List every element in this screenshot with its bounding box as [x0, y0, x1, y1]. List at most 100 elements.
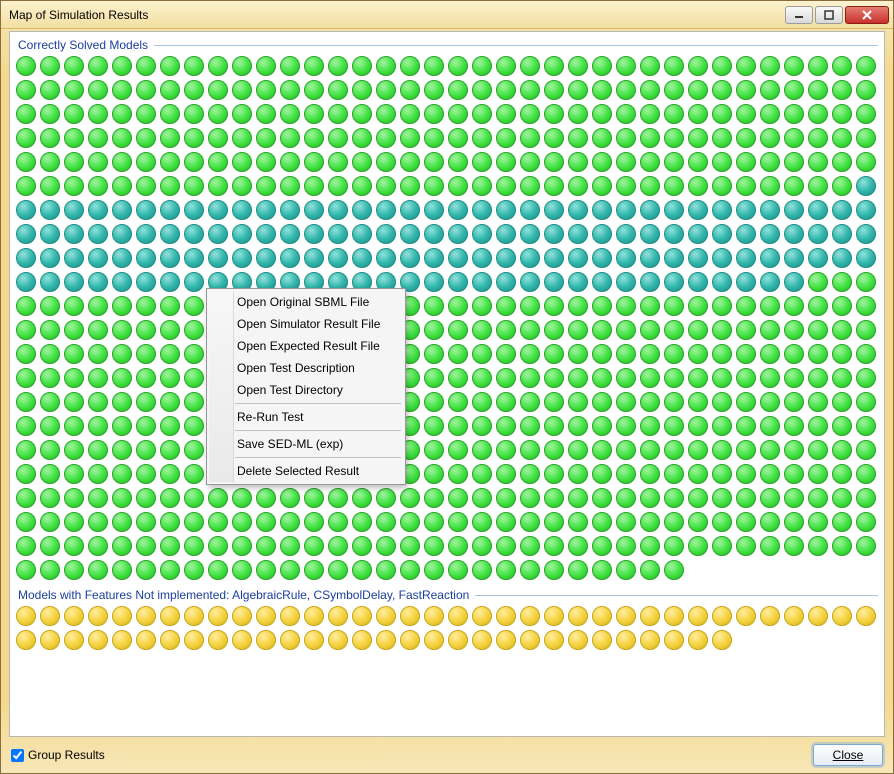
result-dot-pass[interactable]	[232, 104, 252, 124]
result-dot-pass[interactable]	[592, 512, 612, 532]
result-dot-pass[interactable]	[424, 392, 444, 412]
result-dot-pass[interactable]	[616, 152, 636, 172]
result-dot-pass[interactable]	[856, 296, 876, 316]
result-dot-pass[interactable]	[736, 536, 756, 556]
result-dot-teal[interactable]	[592, 272, 612, 292]
result-dot-pass[interactable]	[40, 80, 60, 100]
result-dot-pass[interactable]	[688, 152, 708, 172]
result-dot-pass[interactable]	[832, 152, 852, 172]
group-results-checkbox[interactable]	[11, 749, 24, 762]
result-dot-pass[interactable]	[304, 488, 324, 508]
result-dot-pass[interactable]	[640, 392, 660, 412]
result-dot-pass[interactable]	[808, 440, 828, 460]
result-dot-pass[interactable]	[472, 176, 492, 196]
result-dot-pass[interactable]	[832, 176, 852, 196]
result-dot-teal[interactable]	[568, 224, 588, 244]
result-dot-pass[interactable]	[832, 56, 852, 76]
result-dot-pass[interactable]	[712, 512, 732, 532]
result-dot-pass[interactable]	[40, 56, 60, 76]
result-dot-pass[interactable]	[640, 128, 660, 148]
result-dot-pass[interactable]	[112, 296, 132, 316]
result-dot-notimpl[interactable]	[16, 630, 36, 650]
result-dot-pass[interactable]	[616, 416, 636, 436]
result-dot-pass[interactable]	[424, 128, 444, 148]
result-dot-pass[interactable]	[616, 512, 636, 532]
result-dot-pass[interactable]	[760, 440, 780, 460]
result-dot-notimpl[interactable]	[448, 630, 468, 650]
result-dot-notimpl[interactable]	[712, 630, 732, 650]
result-dot-pass[interactable]	[520, 464, 540, 484]
menu-open-test-directory[interactable]: Open Test Directory	[209, 379, 403, 401]
result-dot-pass[interactable]	[64, 416, 84, 436]
result-dot-teal[interactable]	[472, 272, 492, 292]
result-dot-notimpl[interactable]	[16, 606, 36, 626]
result-dot-pass[interactable]	[832, 104, 852, 124]
result-dot-pass[interactable]	[496, 368, 516, 388]
result-dot-pass[interactable]	[448, 128, 468, 148]
result-dot-pass[interactable]	[352, 512, 372, 532]
result-dot-pass[interactable]	[184, 560, 204, 580]
result-dot-pass[interactable]	[160, 416, 180, 436]
result-dot-teal[interactable]	[640, 224, 660, 244]
result-dot-notimpl[interactable]	[664, 630, 684, 650]
result-dot-notimpl[interactable]	[808, 606, 828, 626]
result-dot-notimpl[interactable]	[424, 606, 444, 626]
result-dot-teal[interactable]	[472, 224, 492, 244]
result-dot-pass[interactable]	[592, 320, 612, 340]
result-dot-pass[interactable]	[328, 512, 348, 532]
close-window-button[interactable]	[845, 6, 889, 24]
result-dot-pass[interactable]	[16, 416, 36, 436]
result-dot-teal[interactable]	[184, 248, 204, 268]
result-dot-pass[interactable]	[64, 344, 84, 364]
result-dot-pass[interactable]	[520, 440, 540, 460]
result-dot-pass[interactable]	[544, 296, 564, 316]
result-dot-teal[interactable]	[712, 200, 732, 220]
result-dot-teal[interactable]	[160, 248, 180, 268]
result-dot-teal[interactable]	[184, 224, 204, 244]
result-dot-pass[interactable]	[640, 416, 660, 436]
grid-notimpl[interactable]	[16, 606, 878, 650]
result-dot-pass[interactable]	[688, 296, 708, 316]
result-dot-pass[interactable]	[856, 56, 876, 76]
result-dot-pass[interactable]	[664, 368, 684, 388]
result-dot-pass[interactable]	[568, 56, 588, 76]
result-dot-pass[interactable]	[64, 464, 84, 484]
result-dot-pass[interactable]	[544, 392, 564, 412]
result-dot-pass[interactable]	[232, 176, 252, 196]
result-dot-pass[interactable]	[616, 296, 636, 316]
result-dot-teal[interactable]	[304, 248, 324, 268]
result-dot-pass[interactable]	[712, 536, 732, 556]
result-dot-pass[interactable]	[424, 152, 444, 172]
result-dot-pass[interactable]	[640, 536, 660, 556]
result-dot-pass[interactable]	[520, 80, 540, 100]
result-dot-teal[interactable]	[88, 248, 108, 268]
result-dot-pass[interactable]	[472, 392, 492, 412]
result-dot-pass[interactable]	[856, 464, 876, 484]
result-dot-pass[interactable]	[688, 368, 708, 388]
result-dot-teal[interactable]	[424, 272, 444, 292]
result-dot-teal[interactable]	[544, 272, 564, 292]
result-dot-pass[interactable]	[544, 536, 564, 556]
result-dot-notimpl[interactable]	[88, 606, 108, 626]
result-dot-pass[interactable]	[736, 296, 756, 316]
result-dot-pass[interactable]	[736, 320, 756, 340]
result-dot-pass[interactable]	[40, 128, 60, 148]
result-dot-pass[interactable]	[424, 488, 444, 508]
result-dot-pass[interactable]	[40, 104, 60, 124]
result-dot-pass[interactable]	[136, 56, 156, 76]
result-dot-pass[interactable]	[544, 488, 564, 508]
result-dot-pass[interactable]	[472, 440, 492, 460]
result-dot-notimpl[interactable]	[184, 606, 204, 626]
result-dot-pass[interactable]	[136, 104, 156, 124]
result-dot-teal[interactable]	[64, 224, 84, 244]
result-dot-pass[interactable]	[712, 344, 732, 364]
result-dot-teal[interactable]	[16, 200, 36, 220]
result-dot-notimpl[interactable]	[856, 606, 876, 626]
result-dot-pass[interactable]	[184, 392, 204, 412]
result-dot-teal[interactable]	[136, 272, 156, 292]
result-dot-pass[interactable]	[88, 320, 108, 340]
result-dot-pass[interactable]	[592, 488, 612, 508]
result-dot-pass[interactable]	[520, 320, 540, 340]
result-dot-notimpl[interactable]	[712, 606, 732, 626]
result-dot-pass[interactable]	[424, 296, 444, 316]
